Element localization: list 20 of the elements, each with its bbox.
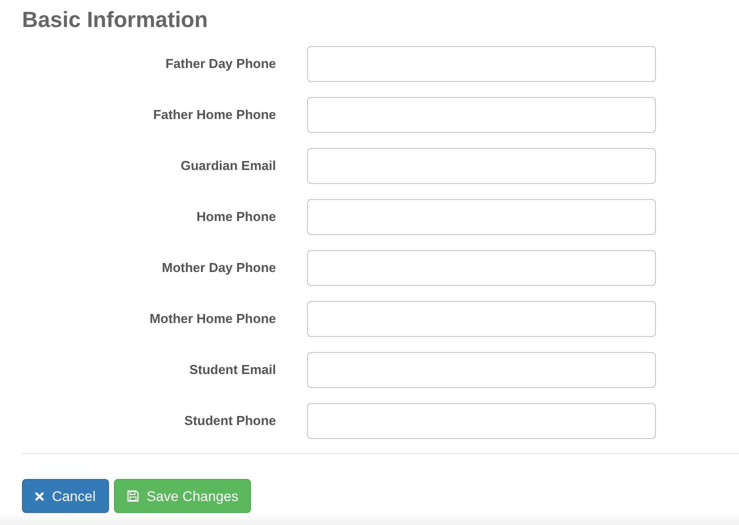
field-label: Student Phone [183, 412, 276, 430]
input-field[interactable] [307, 46, 656, 82]
field-label: Home Phone [196, 208, 276, 226]
section-title: Basic Information [22, 6, 208, 34]
close-icon [35, 492, 44, 500]
input-field[interactable] [307, 250, 656, 286]
input-field[interactable] [307, 148, 656, 184]
field-label: Student Email [188, 361, 276, 380]
input-field[interactable] [307, 403, 656, 439]
field-label: Guardian Email [180, 157, 276, 176]
input-field[interactable] [307, 352, 656, 388]
field-label: Mother Home Phone [148, 310, 276, 328]
cancel-button[interactable]: Cancel [22, 479, 109, 513]
input-field[interactable] [307, 301, 656, 337]
input-field[interactable] [307, 97, 656, 133]
field-label: Father Day Phone [164, 55, 276, 74]
save-button[interactable]: Save Changes [114, 479, 252, 513]
field-label: Mother Day Phone [160, 259, 276, 278]
field-label: Father Home Phone [152, 106, 276, 124]
input-field[interactable] [307, 199, 656, 235]
